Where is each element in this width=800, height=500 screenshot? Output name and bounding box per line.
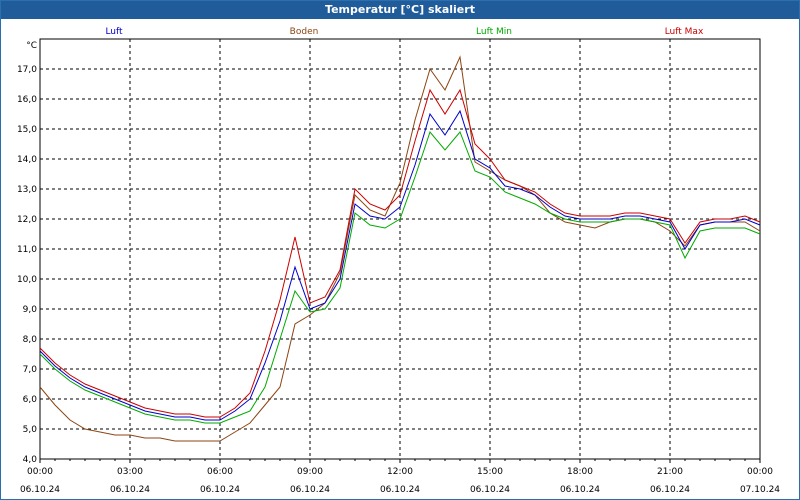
x-tick-date: 06.10.24 <box>290 485 330 495</box>
x-tick-date: 06.10.24 <box>560 485 600 495</box>
series-line-luft <box>39 109 761 421</box>
y-tick-label: 11,0 <box>17 245 37 255</box>
x-tick-time: 06:00 <box>207 467 233 477</box>
legend-item: Luft <box>105 27 123 37</box>
y-tick-label: 9,0 <box>23 305 38 315</box>
x-tick-date: 06.10.24 <box>380 485 420 495</box>
chart-svg: 4,0 5,0 6,0 7,0 8,0 9,0 10,0 11,0 12,0 13,0 14,0 15… <box>17 27 780 495</box>
y-tick-label: 8,0 <box>23 335 38 345</box>
y-tick-label: 10,0 <box>17 275 37 285</box>
y-axis-unit: °C <box>26 41 37 51</box>
chart-title: Temperatur [°C] skaliert <box>1 1 799 19</box>
y-tick-label: 13,0 <box>17 185 37 195</box>
x-tick-time: 03:00 <box>117 467 143 477</box>
y-tick-label: 5,0 <box>23 425 38 435</box>
x-tick-time: 00:00 <box>27 467 53 477</box>
x-tick-date: 06.10.24 <box>200 485 240 495</box>
series-line-luft-max <box>39 88 761 418</box>
legend-item: Boden <box>290 27 319 37</box>
y-tick-label: 15,0 <box>17 125 37 135</box>
x-tick-time: 09:00 <box>297 467 323 477</box>
y-tick-label: 17,0 <box>17 65 37 75</box>
x-tick-date: 06.10.24 <box>470 485 510 495</box>
x-tick-time: 21:00 <box>657 467 683 477</box>
legend-item: Luft Min <box>476 27 512 37</box>
x-tick-time: 00:00 <box>747 467 773 477</box>
x-tick-time: 15:00 <box>477 467 503 477</box>
y-tick-label: 4,0 <box>23 455 38 465</box>
y-tick-label: 7,0 <box>23 365 38 375</box>
y-tick-label: 16,0 <box>17 95 37 105</box>
y-tick-label: 14,0 <box>17 155 37 165</box>
x-tick-date: 06.10.24 <box>110 485 150 495</box>
y-tick-label: 12,0 <box>17 215 37 225</box>
x-tick-date: 06.10.24 <box>20 485 60 495</box>
x-tick-time: 18:00 <box>567 467 593 477</box>
x-tick-time: 12:00 <box>387 467 413 477</box>
x-tick-date: 06.10.24 <box>650 485 690 495</box>
y-tick-label: 6,0 <box>23 395 38 405</box>
legend-item: Luft Max <box>665 27 704 37</box>
x-tick-date: 07.10.24 <box>740 485 780 495</box>
chart-window: Temperatur [°C] skaliert 4,0 5,0 6,0 7,0 8,0… <box>0 0 800 500</box>
series-line-luft-min <box>39 130 761 424</box>
